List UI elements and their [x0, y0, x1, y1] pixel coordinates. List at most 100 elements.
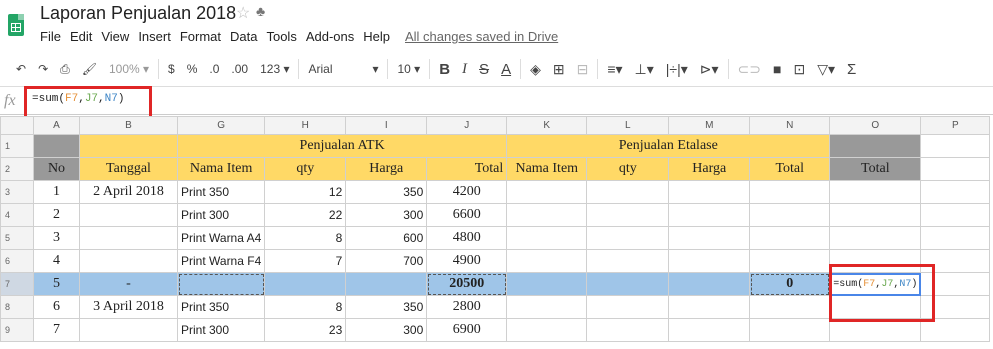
table-cell[interactable] — [33, 134, 80, 158]
table-cell[interactable] — [506, 249, 588, 273]
table-cell[interactable] — [668, 318, 751, 342]
cell-tanggal[interactable] — [79, 203, 178, 227]
percent-button[interactable]: % — [181, 57, 204, 81]
cell-tanggal[interactable]: 2 April 2018 — [79, 180, 178, 204]
menu-addons[interactable]: Add-ons — [306, 29, 354, 44]
folder-icon[interactable]: ♣ — [256, 3, 265, 19]
star-icon[interactable]: ☆ — [236, 3, 250, 23]
header-cell-total[interactable]: Total — [426, 157, 508, 181]
table-cell[interactable] — [506, 318, 588, 342]
merge-cells-icon[interactable]: ⊟ — [571, 57, 595, 81]
cell-total[interactable]: 2800 — [426, 295, 508, 319]
cell-tanggal[interactable] — [79, 249, 178, 273]
menu-data[interactable]: Data — [230, 29, 257, 44]
cell-item[interactable]: Print 300 — [176, 318, 266, 342]
cell-item[interactable] — [176, 272, 266, 296]
cell-item[interactable]: Print 350 — [176, 295, 266, 319]
paint-format-icon[interactable]: 🖌 — [76, 57, 103, 81]
print-icon[interactable]: ⎙ — [54, 57, 76, 81]
menu-edit[interactable]: Edit — [70, 29, 92, 44]
table-cell[interactable] — [668, 203, 751, 227]
column-header[interactable]: H — [264, 116, 347, 135]
table-cell[interactable] — [586, 203, 670, 227]
table-cell[interactable] — [749, 318, 831, 342]
header-cell-nama-item[interactable]: Nama Item — [176, 157, 266, 181]
text-color-button[interactable]: A — [495, 57, 517, 81]
cell-tanggal[interactable]: - — [79, 272, 178, 296]
cell-no[interactable]: 3 — [33, 226, 80, 250]
cell-harga[interactable] — [345, 272, 428, 296]
table-cell[interactable] — [829, 226, 922, 250]
table-cell[interactable] — [749, 226, 831, 250]
cell-item[interactable]: Print 300 — [176, 203, 266, 227]
table-cell[interactable] — [586, 226, 670, 250]
cell-total[interactable]: 4200 — [426, 180, 508, 204]
table-cell[interactable] — [920, 226, 991, 250]
font-select[interactable]: Arial ▾ — [302, 57, 384, 81]
cell-qty[interactable]: 23 — [264, 318, 347, 342]
cell-item[interactable]: Print Warna A4 — [176, 226, 266, 250]
column-header[interactable]: O — [829, 116, 922, 135]
menu-file[interactable]: File — [40, 29, 61, 44]
row-header[interactable]: 4 — [0, 203, 34, 227]
table-cell[interactable] — [668, 295, 751, 319]
cell-harga[interactable]: 300 — [345, 318, 428, 342]
cell-qty[interactable]: 8 — [264, 295, 347, 319]
column-header[interactable]: L — [586, 116, 670, 135]
table-cell[interactable] — [668, 226, 751, 250]
column-header[interactable]: I — [345, 116, 428, 135]
insert-comment-icon[interactable]: ■ — [767, 57, 787, 81]
bold-button[interactable]: B — [433, 57, 456, 81]
more-formats-button[interactable]: 123 ▾ — [254, 57, 295, 81]
currency-button[interactable]: $ — [162, 57, 181, 81]
column-header[interactable]: A — [33, 116, 80, 135]
header-cell-qty[interactable]: qty — [586, 157, 670, 181]
increase-decimal-button[interactable]: .00 — [225, 57, 254, 81]
header-cell-nama-item[interactable]: Nama Item — [506, 157, 588, 181]
header-cell-qty[interactable]: qty — [264, 157, 347, 181]
header-cell-grand-total[interactable]: Total — [829, 157, 922, 181]
table-cell[interactable] — [920, 203, 991, 227]
table-cell[interactable] — [586, 295, 670, 319]
column-header[interactable]: M — [668, 116, 751, 135]
table-cell[interactable] — [586, 318, 670, 342]
column-header[interactable]: B — [79, 116, 178, 135]
cell-no[interactable]: 4 — [33, 249, 80, 273]
atk-group-header[interactable]: Penjualan ATK — [176, 134, 508, 158]
cell-no[interactable]: 1 — [33, 180, 80, 204]
menu-view[interactable]: View — [101, 29, 129, 44]
strikethrough-button[interactable]: S — [473, 57, 495, 81]
cell-no[interactable]: 2 — [33, 203, 80, 227]
insert-link-icon[interactable]: ⊂⊃ — [732, 57, 767, 81]
column-header[interactable]: N — [749, 116, 831, 135]
header-cell-total[interactable]: Total — [749, 157, 831, 181]
cell-subtotal-etalase[interactable]: 0 — [749, 272, 831, 296]
table-cell[interactable] — [749, 203, 831, 227]
horizontal-align-icon[interactable]: ≡▾ — [601, 57, 628, 81]
table-cell[interactable] — [506, 226, 588, 250]
table-cell[interactable] — [749, 249, 831, 273]
select-all-corner[interactable] — [0, 116, 34, 135]
cell-qty[interactable] — [264, 272, 347, 296]
table-cell[interactable] — [749, 295, 831, 319]
table-cell[interactable] — [668, 249, 751, 273]
row-header[interactable]: 2 — [0, 157, 34, 181]
row-header[interactable]: 5 — [0, 226, 34, 250]
cell-qty[interactable]: 22 — [264, 203, 347, 227]
table-cell[interactable] — [506, 272, 588, 296]
borders-icon[interactable]: ⊞ — [547, 57, 571, 81]
table-cell[interactable] — [920, 157, 991, 181]
table-cell[interactable] — [506, 295, 588, 319]
cell-no[interactable]: 6 — [33, 295, 80, 319]
menu-tools[interactable]: Tools — [266, 29, 296, 44]
table-cell[interactable] — [506, 180, 588, 204]
cell-item[interactable]: Print 350 — [176, 180, 266, 204]
table-cell[interactable] — [920, 134, 991, 158]
column-header[interactable]: K — [506, 116, 588, 135]
row-header[interactable]: 1 — [0, 134, 34, 158]
cell-qty[interactable]: 12 — [264, 180, 347, 204]
column-header[interactable]: J — [426, 116, 508, 135]
cell-harga[interactable]: 350 — [345, 180, 428, 204]
document-title[interactable]: Laporan Penjualan 2018 — [40, 3, 236, 24]
filter-icon[interactable]: ▽▾ — [811, 57, 841, 81]
